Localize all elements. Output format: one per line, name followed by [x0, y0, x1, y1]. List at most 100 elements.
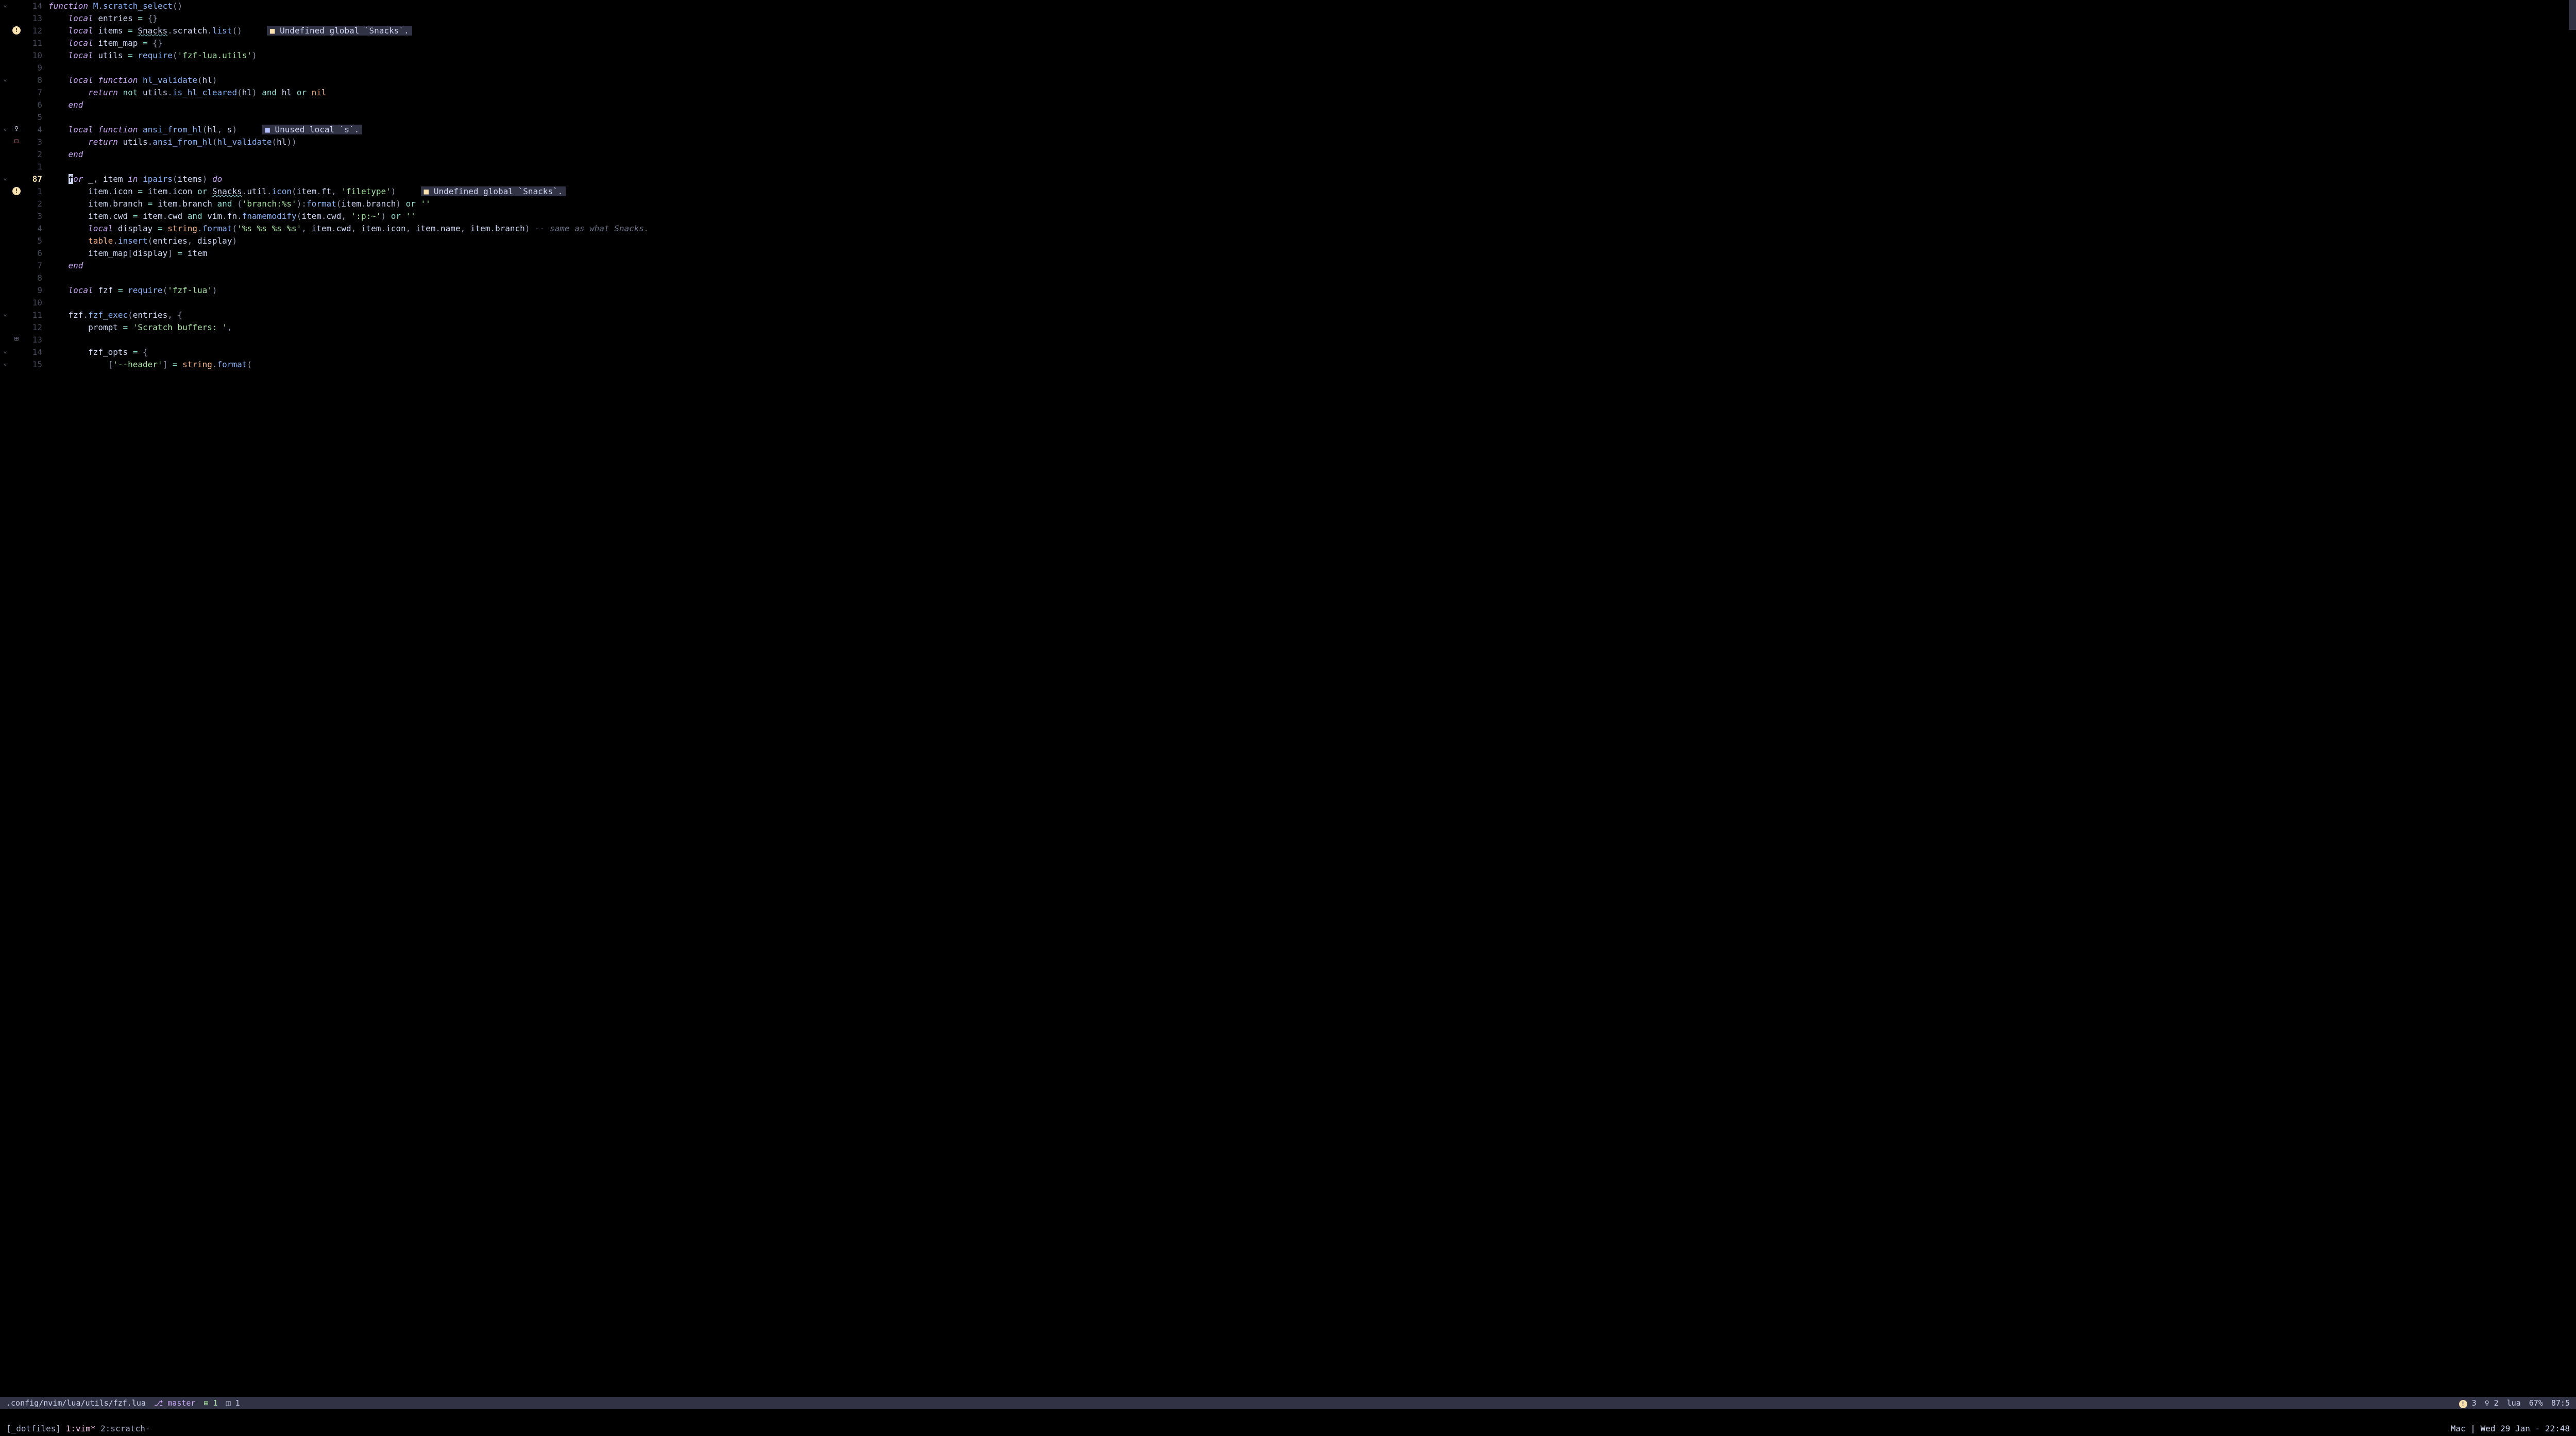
code-line[interactable]: ⌄8 local function hl_validate(hl) [0, 74, 2576, 87]
code-line[interactable]: ⌄14function M.scratch_select() [0, 0, 2576, 12]
fold-marker [0, 148, 10, 161]
fold-marker[interactable]: ⌄ [0, 124, 10, 136]
code-content[interactable]: fzf_opts = { [48, 346, 2576, 358]
gutter: 7 [0, 87, 48, 99]
gutter: 10 [0, 49, 48, 62]
code-content[interactable]: local entries = {} [48, 12, 2576, 25]
gutter: 4 [0, 223, 48, 235]
fold-marker [0, 161, 10, 173]
code-line[interactable]: ⌄♀4 local function ansi_from_hl(hl, s) ■… [0, 124, 2576, 136]
gutter: 10 [0, 297, 48, 309]
code-area[interactable]: ⌄14function M.scratch_select()13 local e… [0, 0, 2576, 1397]
fold-marker[interactable]: ⌄ [0, 74, 10, 87]
code-content[interactable]: item_map[display] = item [48, 247, 2576, 260]
diag-hint-count: ♀ 2 [2485, 1397, 2499, 1409]
gutter: 13 [0, 12, 48, 25]
code-line[interactable]: 5 [0, 111, 2576, 124]
code-content[interactable]: local function ansi_from_hl(hl, s) ■ Unu… [48, 124, 2576, 136]
code-line[interactable]: 10 [0, 297, 2576, 309]
code-content[interactable]: ['--header'] = string.format( [48, 358, 2576, 371]
code-content[interactable]: local utils = require('fzf-lua.utils') [48, 49, 2576, 62]
code-content[interactable]: item.cwd = item.cwd and vim.fn.fnamemodi… [48, 210, 2576, 223]
gutter: ⌄87 [0, 173, 48, 185]
code-line[interactable]: 9 local fzf = require('fzf-lua') [0, 284, 2576, 297]
code-line[interactable]: 6 end [0, 99, 2576, 111]
diagnostic-inline: ■ Undefined global `Snacks`. [421, 186, 566, 196]
code-line[interactable]: 8 [0, 272, 2576, 284]
code-content[interactable]: item.branch = item.branch and ('branch:%… [48, 198, 2576, 210]
code-content[interactable]: item.icon = item.icon or Snacks.util.ico… [48, 185, 2576, 198]
code-content[interactable]: end [48, 260, 2576, 272]
line-number: 7 [23, 87, 46, 99]
line-number: 6 [23, 99, 46, 111]
code-line[interactable]: 11 local item_map = {} [0, 37, 2576, 49]
code-line[interactable]: ⊞13 [0, 334, 2576, 346]
code-content[interactable]: end [48, 99, 2576, 111]
code-line[interactable]: 10 local utils = require('fzf-lua.utils'… [0, 49, 2576, 62]
code-line[interactable]: 7 return not utils.is_hl_cleared(hl) and… [0, 87, 2576, 99]
code-content[interactable]: return utils.ansi_from_hl(hl_validate(hl… [48, 136, 2576, 148]
code-line[interactable]: ◻3 return utils.ansi_from_hl(hl_validate… [0, 136, 2576, 148]
code-content[interactable]: local fzf = require('fzf-lua') [48, 284, 2576, 297]
line-number: 15 [23, 358, 46, 371]
code-content[interactable]: local item_map = {} [48, 37, 2576, 49]
code-line[interactable]: !12 local items = Snacks.scratch.list() … [0, 25, 2576, 37]
code-content[interactable]: local function hl_validate(hl) [48, 74, 2576, 87]
code-line[interactable]: 2 end [0, 148, 2576, 161]
code-line[interactable]: ⌄ 15 ['--header'] = string.format( [0, 358, 2576, 371]
change-icon: ◫ [226, 1398, 231, 1408]
code-line[interactable]: ⌄14 fzf_opts = { [0, 346, 2576, 358]
sign-column [10, 148, 23, 161]
line-number: 12 [23, 25, 46, 37]
gutter: ⌄8 [0, 74, 48, 87]
line-number: 5 [23, 235, 46, 247]
code-content[interactable]: for _, item in ipairs(items) do [48, 173, 2576, 185]
fold-marker[interactable]: ⌄ [0, 358, 10, 371]
code-line[interactable]: !1 item.icon = item.icon or Snacks.util.… [0, 185, 2576, 198]
gutter: 9 [0, 284, 48, 297]
code-line[interactable]: 9 [0, 62, 2576, 74]
code-content[interactable]: function M.scratch_select() [48, 0, 2576, 12]
tmux-window-active[interactable]: 1:vim* [66, 1423, 96, 1435]
code-line[interactable]: 6 item_map[display] = item [0, 247, 2576, 260]
code-content[interactable]: local display = string.format('%s %s %s … [48, 223, 2576, 235]
code-line[interactable]: ⌄11 fzf.fzf_exec(entries, { [0, 309, 2576, 321]
line-number: 4 [23, 124, 46, 136]
code-line[interactable]: 2 item.branch = item.branch and ('branch… [0, 198, 2576, 210]
code-line[interactable]: 1 [0, 161, 2576, 173]
cmdline[interactable] [0, 1409, 2576, 1422]
sign-column [10, 111, 23, 124]
code-content[interactable]: fzf.fzf_exec(entries, { [48, 309, 2576, 321]
code-content[interactable]: local items = Snacks.scratch.list() ■ Un… [48, 25, 2576, 37]
code-content[interactable]: prompt = 'Scratch buffers: ', [48, 321, 2576, 334]
code-line[interactable]: 4 local display = string.format('%s %s %… [0, 223, 2576, 235]
code-line[interactable]: 3 item.cwd = item.cwd and vim.fn.fnamemo… [0, 210, 2576, 223]
sign-column: ◻ [10, 136, 23, 148]
fold-marker[interactable]: ⌄ [0, 309, 10, 321]
fold-marker [0, 49, 10, 62]
code-line[interactable]: ⌄87 for _, item in ipairs(items) do [0, 173, 2576, 185]
code-line[interactable]: 5 table.insert(entries, display) [0, 235, 2576, 247]
tmux-window[interactable]: 2:scratch- [100, 1423, 150, 1435]
line-number: 3 [23, 136, 46, 148]
sign-column [10, 161, 23, 173]
sign-column [10, 309, 23, 321]
fold-marker[interactable]: ⌄ [0, 0, 10, 12]
code-line[interactable]: 13 local entries = {} [0, 12, 2576, 25]
fold-marker[interactable]: ⌄ [0, 173, 10, 185]
line-number: 8 [23, 74, 46, 87]
code-content[interactable]: end [48, 148, 2576, 161]
code-line[interactable]: 7 end [0, 260, 2576, 272]
scrollbar[interactable] [2569, 0, 2576, 30]
sign-column [10, 87, 23, 99]
fold-marker [0, 99, 10, 111]
code-content[interactable]: table.insert(entries, display) [48, 235, 2576, 247]
fold-marker [0, 223, 10, 235]
code-line[interactable]: 12 prompt = 'Scratch buffers: ', [0, 321, 2576, 334]
tmux-date: Wed 29 Jan [2481, 1423, 2530, 1435]
fold-marker [0, 210, 10, 223]
fold-marker[interactable]: ⌄ [0, 346, 10, 358]
line-number: 13 [23, 334, 46, 346]
code-content[interactable]: return not utils.is_hl_cleared(hl) and h… [48, 87, 2576, 99]
sign-column [10, 284, 23, 297]
